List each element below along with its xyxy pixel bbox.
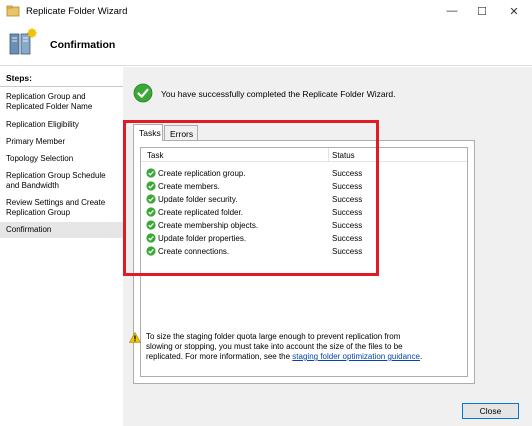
- main-content: You have successfully completed the Repl…: [123, 67, 532, 426]
- task-name: Create members.: [158, 182, 220, 191]
- warning-message: To size the staging folder quota large e…: [146, 332, 426, 362]
- task-status: Success: [332, 195, 363, 204]
- steps-sidebar: Steps: Replication Group and Replicated …: [0, 67, 123, 426]
- steps-divider: [0, 86, 123, 87]
- tab-tasks[interactable]: Tasks: [133, 124, 163, 141]
- maximize-button[interactable]: ☐: [467, 2, 497, 20]
- window-title: Replicate Folder Wizard: [26, 6, 128, 17]
- warning-icon: [129, 332, 141, 343]
- task-name: Create replication group.: [158, 169, 246, 178]
- app-icon: [6, 5, 20, 17]
- tab-errors[interactable]: Errors: [164, 125, 198, 141]
- task-name: Update folder security.: [158, 195, 238, 204]
- table-row[interactable]: Create members. Success: [141, 180, 467, 192]
- task-name: Create replicated folder.: [158, 208, 243, 217]
- table-row[interactable]: Create connections. Success: [141, 245, 467, 257]
- success-check-icon: [146, 207, 156, 217]
- step-confirmation: Confirmation: [0, 222, 123, 238]
- page-title: Confirmation: [50, 39, 116, 51]
- table-row[interactable]: Create replication group. Success: [141, 167, 467, 179]
- step-primary-member: Primary Member: [6, 137, 66, 146]
- step-replication-eligibility: Replication Eligibility: [6, 120, 79, 129]
- task-name: Create membership objects.: [158, 221, 259, 230]
- column-separator: [328, 148, 329, 162]
- success-check-icon: [146, 194, 156, 204]
- task-status: Success: [332, 234, 363, 243]
- list-header: Task Status: [141, 148, 467, 162]
- task-name: Update folder properties.: [158, 234, 247, 243]
- step-review-settings: Review Settings and Create Replication G…: [6, 198, 106, 217]
- success-check-icon: [146, 246, 156, 256]
- step-schedule-bandwidth: Replication Group Schedule and Bandwidth: [6, 171, 106, 190]
- column-header-status[interactable]: Status: [332, 151, 355, 160]
- success-check-icon: [146, 168, 156, 178]
- task-status: Success: [332, 169, 363, 178]
- success-check-icon: [146, 181, 156, 191]
- close-button[interactable]: Close: [462, 403, 519, 419]
- table-row[interactable]: Create membership objects. Success: [141, 219, 467, 231]
- task-status: Success: [332, 247, 363, 256]
- success-check-icon: [146, 233, 156, 243]
- wizard-header: Confirmation: [0, 24, 532, 66]
- replication-icon: [9, 28, 37, 55]
- close-window-button[interactable]: ✕: [499, 2, 529, 20]
- staging-guidance-link[interactable]: staging folder optimization guidance: [292, 352, 420, 361]
- column-header-task[interactable]: Task: [147, 151, 163, 160]
- task-status: Success: [332, 208, 363, 217]
- table-row[interactable]: Create replicated folder. Success: [141, 206, 467, 218]
- task-name: Create connections.: [158, 247, 230, 256]
- step-replication-group-name: Replication Group and Replicated Folder …: [6, 92, 93, 111]
- task-status: Success: [332, 221, 363, 230]
- steps-label: Steps:: [6, 73, 32, 83]
- step-topology-selection: Topology Selection: [6, 154, 74, 163]
- table-row[interactable]: Update folder properties. Success: [141, 232, 467, 244]
- task-status: Success: [332, 182, 363, 191]
- title-bar: Replicate Folder Wizard — ☐ ✕: [0, 0, 532, 24]
- warning-suffix: .: [419, 352, 423, 361]
- minimize-button[interactable]: —: [437, 2, 467, 20]
- success-message: You have successfully completed the Repl…: [161, 89, 396, 99]
- success-check-icon: [133, 83, 153, 103]
- success-check-icon: [146, 220, 156, 230]
- table-row[interactable]: Update folder security. Success: [141, 193, 467, 205]
